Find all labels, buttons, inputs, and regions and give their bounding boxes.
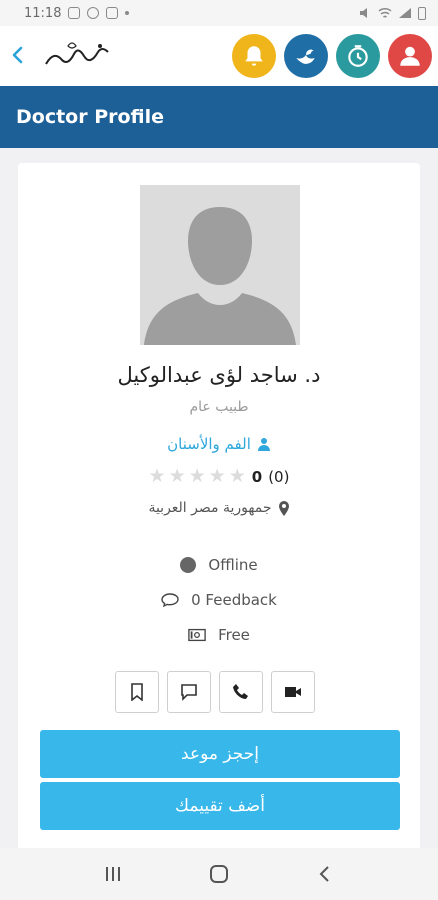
star-icon: ★ xyxy=(168,465,186,487)
status-time: 11:18 xyxy=(24,5,62,21)
specialty-label: الفم والأسنان xyxy=(167,435,251,453)
doctor-specialty[interactable]: الفم والأسنان xyxy=(18,435,420,453)
back-icon xyxy=(319,866,329,882)
home-icon xyxy=(210,865,228,883)
chat-icon xyxy=(181,684,197,701)
add-review-button[interactable]: أضف تقييمك xyxy=(40,782,400,830)
back-button[interactable] xyxy=(8,42,28,68)
star-icon: ★ xyxy=(208,465,226,487)
profile-button[interactable] xyxy=(388,34,432,78)
more-notifications-icon xyxy=(125,11,130,15)
doctor-profile-card: د. ساجد لؤى عبدالوكيل طبيب عام الفم والأ… xyxy=(18,163,420,863)
status-label: Offline xyxy=(208,556,258,574)
star-icon: ★ xyxy=(228,465,246,487)
image-notification-icon xyxy=(68,7,81,19)
clock-icon xyxy=(348,45,368,67)
comment-icon xyxy=(161,593,179,608)
social-button[interactable] xyxy=(284,34,328,78)
app-header xyxy=(0,26,438,86)
call-button[interactable] xyxy=(219,671,263,713)
phone-icon xyxy=(233,684,248,699)
fee-label: Free xyxy=(218,626,250,644)
bird-icon xyxy=(296,49,315,64)
page-title: Doctor Profile xyxy=(0,86,438,148)
message-notification-icon xyxy=(106,7,119,19)
signal-icon xyxy=(399,8,411,18)
logo-graphic xyxy=(45,42,109,65)
video-call-button[interactable] xyxy=(271,671,315,713)
doctor-name: د. ساجد لؤى عبدالوكيل xyxy=(117,363,321,387)
system-nav-bar xyxy=(0,848,438,900)
status-dot-icon xyxy=(180,557,197,573)
mute-icon xyxy=(360,8,367,18)
chevron-left-icon xyxy=(12,46,23,64)
location-label: جمهورية مصر العربية xyxy=(148,500,272,516)
user-icon xyxy=(400,46,420,66)
book-appointment-button[interactable]: إحجز موعد xyxy=(40,730,400,778)
feedback-info: 0 Feedback xyxy=(18,591,420,609)
bookmark-button[interactable] xyxy=(115,671,159,713)
battery-icon xyxy=(418,6,426,20)
fee-info: Free xyxy=(18,626,420,644)
app-logo[interactable] xyxy=(40,36,118,76)
recent-apps-button[interactable] xyxy=(98,859,128,889)
rating-row: ★ ★ ★ ★ ★ 0 (0) xyxy=(18,467,420,486)
whatsapp-notification-icon xyxy=(87,7,100,19)
recent-apps-icon xyxy=(106,867,120,881)
clock-button[interactable] xyxy=(336,34,380,78)
chat-button[interactable] xyxy=(167,671,211,713)
notifications-button[interactable] xyxy=(232,34,276,78)
feedback-label: 0 Feedback xyxy=(191,591,277,609)
money-icon xyxy=(188,628,206,642)
video-icon xyxy=(285,687,301,697)
system-back-button[interactable] xyxy=(310,859,340,889)
bell-icon xyxy=(245,46,263,66)
online-status: Offline xyxy=(18,556,420,574)
home-button[interactable] xyxy=(204,859,234,889)
wifi-icon xyxy=(378,7,392,18)
doctor-title: طبيب عام xyxy=(189,399,249,415)
star-icon: ★ xyxy=(188,465,206,487)
star-icon: ★ xyxy=(148,465,166,487)
bookmark-icon xyxy=(131,683,143,701)
specialty-user-icon xyxy=(257,438,270,451)
location-pin-icon xyxy=(278,500,289,516)
status-bar: 11:18 xyxy=(0,0,438,26)
doctor-location: جمهورية مصر العربية xyxy=(18,500,420,516)
rating-value: 0 xyxy=(251,467,263,486)
avatar-placeholder-icon xyxy=(140,185,300,345)
rating-count: (0) xyxy=(268,467,290,486)
doctor-avatar xyxy=(140,185,300,345)
rating-stars: ★ ★ ★ ★ ★ xyxy=(149,467,246,486)
contact-actions xyxy=(115,671,315,713)
